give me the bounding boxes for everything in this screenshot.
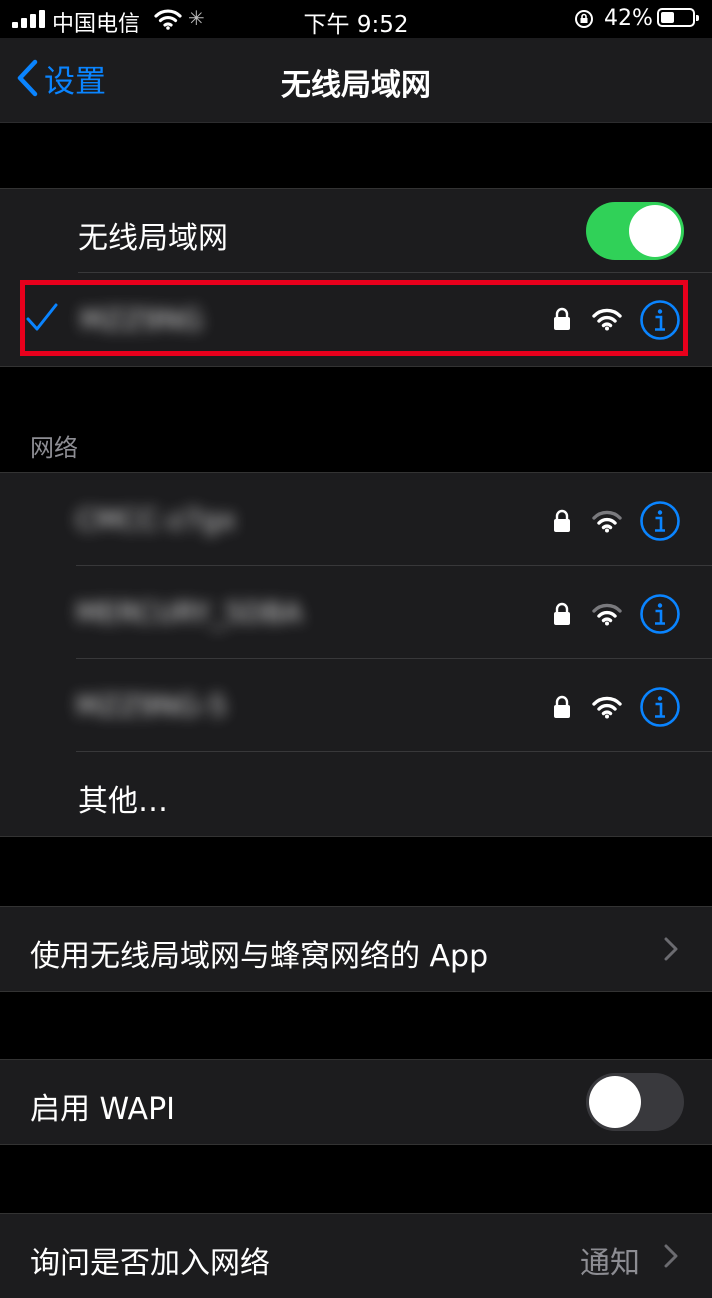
networks-group: CMCC-z7gx MERCURY_5DBA MZZ9NG-5 其他… <box>0 472 712 837</box>
wifi-strength-icon <box>592 510 622 533</box>
checkmark-icon <box>26 303 58 331</box>
chevron-right-icon <box>664 937 678 961</box>
status-bar: 中国电信 ✳ 下午 9:52 42% <box>0 0 712 38</box>
wapi-toggle-switch[interactable] <box>586 1073 684 1131</box>
other-network-label: 其他… <box>78 784 168 819</box>
other-network-row[interactable]: 其他… <box>0 752 712 836</box>
network-name: MERCURY_5DBA <box>76 596 303 629</box>
wifi-toggle-label: 无线局域网 <box>78 221 228 256</box>
ask-join-row[interactable]: 询问是否加入网络 通知 <box>0 1214 712 1298</box>
wapi-toggle-label: 启用 WAPI <box>30 1092 176 1127</box>
connected-network-row[interactable]: MZZ9NG <box>0 273 712 365</box>
network-name: CMCC-z7gx <box>76 503 236 536</box>
wifi-strength-icon <box>592 603 622 626</box>
wapi-group: 启用 WAPI <box>0 1059 712 1145</box>
info-icon[interactable] <box>639 500 681 542</box>
connected-network-name: MZZ9NG <box>80 303 203 336</box>
battery-icon <box>657 8 699 27</box>
lock-icon <box>554 307 570 330</box>
network-row[interactable]: CMCC-z7gx <box>0 473 712 565</box>
apps-using-wlan-label: 使用无线局域网与蜂窝网络的 App <box>30 939 489 974</box>
navigation-bar: 设置 无线局域网 <box>0 38 712 123</box>
ask-join-group: 询问是否加入网络 通知 <box>0 1213 712 1298</box>
ask-join-label: 询问是否加入网络 <box>30 1246 270 1281</box>
networks-section-header: 网络 <box>30 434 78 462</box>
lock-icon <box>554 695 570 718</box>
lock-icon <box>554 509 570 532</box>
ask-join-value: 通知 <box>580 1246 640 1281</box>
wifi-toggle-switch[interactable] <box>586 202 684 260</box>
info-icon[interactable] <box>639 593 681 635</box>
chevron-right-icon <box>664 1244 678 1268</box>
network-row[interactable]: MZZ9NG-5 <box>0 659 712 751</box>
wapi-toggle-row: 启用 WAPI <box>0 1060 712 1144</box>
apps-using-wlan-row[interactable]: 使用无线局域网与蜂窝网络的 App <box>0 907 712 991</box>
lock-icon <box>554 602 570 625</box>
info-icon[interactable] <box>639 299 681 341</box>
battery-percent: 42% <box>604 6 653 31</box>
page-title: 无线局域网 <box>281 68 431 103</box>
wifi-strength-icon <box>592 308 622 331</box>
info-icon[interactable] <box>639 686 681 728</box>
apps-group: 使用无线局域网与蜂窝网络的 App <box>0 906 712 992</box>
orientation-lock-icon <box>575 10 593 28</box>
network-name: MZZ9NG-5 <box>76 689 227 722</box>
wifi-group: 无线局域网 MZZ9NG <box>0 188 712 367</box>
wifi-strength-icon <box>592 696 622 719</box>
network-row[interactable]: MERCURY_5DBA <box>0 566 712 658</box>
wifi-toggle-row: 无线局域网 <box>0 189 712 273</box>
